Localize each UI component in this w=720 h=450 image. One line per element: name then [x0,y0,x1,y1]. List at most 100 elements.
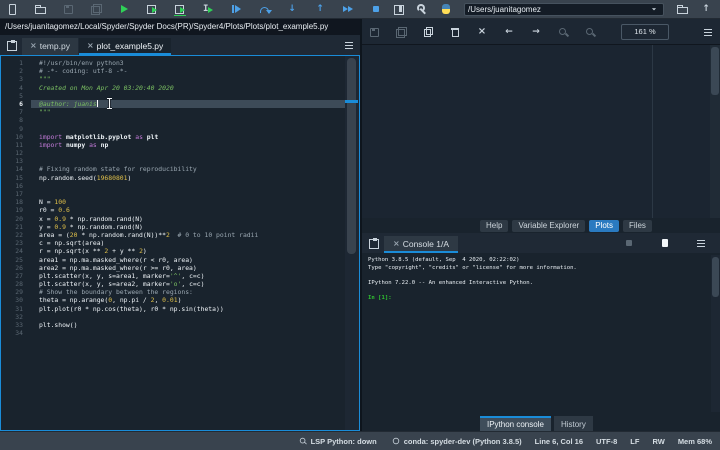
code-line[interactable] [39,182,345,190]
run-file-icon[interactable] [118,3,130,15]
preferences-icon[interactable] [416,3,428,15]
plots-scrollbar-thumb[interactable] [711,47,719,95]
pythonpath-manager-icon[interactable] [440,3,452,15]
code-line[interactable]: """ [39,108,345,116]
code-line[interactable]: r = np.sqrt(x ** 2 + y ** 2) [39,247,345,255]
code-line[interactable]: Created on Mon Apr 20 03:20:40 2020 [39,84,345,92]
code-line[interactable] [39,116,345,124]
debug-file-icon[interactable] [230,3,242,15]
code-editor[interactable]: 1 2 3 4 5 6 7 8 9 10 11 12 13 14 15 16 17 18 19 20 21 22 23 24 2… [0,55,360,431]
editor-tab-bar: × temp.py × plot_example5.py [0,35,360,55]
file-path-bar: /Users/juanitagomez/Local/Spyder/Spyder … [0,19,360,35]
code-line[interactable]: area = (20 * np.random.rand(N))**2 # 0 t… [39,231,345,239]
close-icon[interactable]: × [393,239,400,248]
code-line[interactable]: plt.scatter(x, y, s=area2, marker='o', c… [39,280,345,288]
step-return-icon[interactable] [314,3,326,15]
code-line[interactable]: y = 0.9 * np.random.rand(N) [39,223,345,231]
code-line[interactable]: import numpy as np [39,141,345,149]
browse-working-directory-icon[interactable] [676,3,688,15]
zoom-in-icon[interactable] [557,26,569,38]
zoom-out-icon[interactable] [584,26,596,38]
remove-plot-icon[interactable] [449,26,461,38]
editor-scrollbar[interactable] [345,56,359,430]
code-line[interactable]: plt.scatter(x, y, s=area1, marker='^', c… [39,272,345,280]
code-line[interactable]: area2 = np.ma.masked_where(r >= r0, area… [39,264,345,272]
browse-tabs-icon[interactable] [5,39,17,51]
code-line[interactable] [39,92,345,100]
console-scrollbar-thumb[interactable] [712,257,719,297]
interrupt-kernel-icon[interactable] [623,237,635,249]
run-cell-icon[interactable] [146,3,158,15]
code-line[interactable]: r0 = 0.6 [39,206,345,214]
close-icon[interactable]: × [30,41,37,50]
step-over-icon[interactable] [258,3,272,15]
plots-scrollbar[interactable] [710,45,720,218]
save-all-icon[interactable] [90,3,102,15]
copy-plot-icon[interactable] [422,26,434,38]
tab-plot-example5-py[interactable]: × plot_example5.py [78,38,172,55]
code-line[interactable]: N = 100 [39,198,345,206]
step-into-icon[interactable] [286,3,298,15]
tab-help[interactable]: Help [480,219,509,232]
code-line[interactable]: # Show the boundary between the regions: [39,288,345,296]
code-line[interactable]: """ [39,75,345,83]
continue-execution-icon[interactable] [342,3,354,15]
code-line[interactable]: area1 = np.ma.masked_where(r < r0, area) [39,256,345,264]
open-file-icon[interactable] [34,3,46,15]
tab-label: Help [486,220,503,230]
tab-variable-explorer[interactable]: Variable Explorer [512,219,586,232]
tab-label: Files [629,220,646,230]
code-line[interactable]: plt.show() [39,321,345,329]
code-line[interactable]: theta = np.arange(0, np.pi / 2, 0.01) [39,296,345,304]
code-line[interactable] [39,329,345,337]
plug-icon [298,436,308,446]
code-line[interactable] [39,190,345,198]
code-line[interactable] [39,157,345,165]
code-line[interactable] [39,149,345,157]
tab-history[interactable]: History [553,416,593,431]
code-line[interactable]: c = np.sqrt(area) [39,239,345,247]
save-plot-icon[interactable] [368,26,380,38]
stop-debugging-icon[interactable] [370,3,382,15]
save-file-icon[interactable] [62,3,74,15]
clipboard-icon[interactable] [659,237,671,249]
code-line[interactable] [39,313,345,321]
code-line[interactable] [39,125,345,133]
console-scrollbar[interactable] [711,255,720,412]
remove-all-plots-icon[interactable] [476,26,488,38]
tab-plots[interactable]: Plots [589,219,620,232]
line-number: 34 [15,329,23,338]
new-file-icon[interactable] [6,3,18,15]
chevron-down-icon[interactable] [650,5,658,13]
editor-scrollbar-thumb[interactable] [347,58,356,254]
tab-ipython-console[interactable]: IPython console [480,416,551,431]
next-plot-icon[interactable] [530,26,542,38]
browse-tabs-icon[interactable] [367,237,379,249]
parent-directory-icon[interactable] [700,3,712,15]
code-line[interactable]: import matplotlib.pyplot as plt [39,133,345,141]
close-icon[interactable]: × [87,41,94,50]
code-line[interactable]: #!/usr/bin/env python3 [39,59,345,67]
maximize-pane-icon[interactable] [392,3,404,15]
run-selection-icon[interactable] [202,3,214,15]
code-line[interactable]: # -*- coding: utf-8 -*- [39,67,345,75]
code-line[interactable]: x = 0.9 * np.random.rand(N) [39,215,345,223]
thumbnail-divider [652,45,653,218]
tab-files[interactable]: Files [623,219,652,232]
working-directory-combobox[interactable]: /Users/juanitagomez [464,2,664,16]
console-tab[interactable]: × Console 1/A [384,236,459,253]
code-line[interactable]: np.random.seed(19680801) [39,174,345,182]
console-output[interactable]: Python 3.8.5 (default, Sep 4 2020, 02:22… [362,253,720,414]
console-options-icon[interactable] [695,237,707,249]
previous-plot-icon[interactable] [503,26,515,38]
plots-options-menu-icon[interactable] [702,26,714,38]
code-line[interactable]: # Fixing random state for reproducibilit… [39,165,345,173]
editor-options-menu-icon[interactable] [343,39,355,51]
run-cell-advance-icon[interactable] [174,3,186,16]
code-line[interactable]: @author: juanis [31,99,345,109]
code-line[interactable]: plt.plot(r0 * np.cos(theta), r0 * np.sin… [39,305,345,313]
save-all-plots-icon[interactable] [395,26,407,38]
tab-temp-py[interactable]: × temp.py [22,38,78,55]
code-lines[interactable]: #!/usr/bin/env python3 # -*- coding: utf-… [31,59,345,337]
plots-canvas [362,45,720,218]
